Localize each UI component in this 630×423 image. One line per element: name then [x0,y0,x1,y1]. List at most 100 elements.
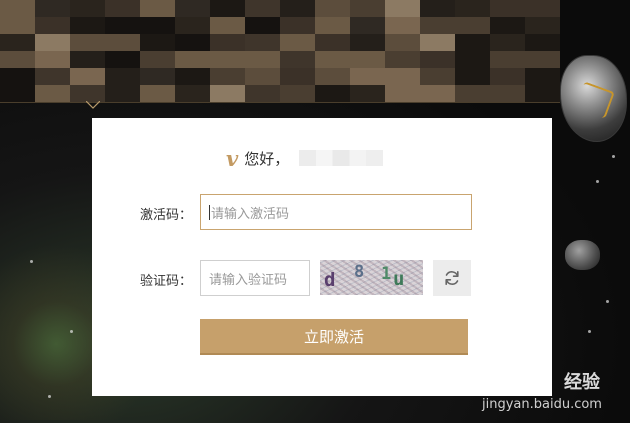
banner-pixel [525,68,560,85]
banner-pixel [70,68,105,85]
banner-pixel [245,85,280,102]
banner-pixel [210,17,245,34]
banner-pixel [280,68,315,85]
greeting-text: 您好， [244,149,290,168]
banner-pixel [0,34,35,51]
banner-pixel [280,51,315,68]
banner-pixel [175,34,210,51]
banner-pixel [140,85,175,102]
watermark-brand: Baidu [482,366,551,390]
banner-pixel [455,34,490,51]
banner-pixel [490,0,525,17]
activation-code-placeholder: 请输入激活码 [211,206,290,222]
banner-pixel [315,0,350,17]
baidu-jingyan-watermark: Baidu 经验 jingyan.baidu.com [478,366,628,421]
activation-code-input[interactable]: 请输入激活码 [200,194,472,230]
banner-pixel [0,17,35,34]
banner-pixel [105,85,140,102]
banner-pixel [175,0,210,17]
banner-pixel [175,51,210,68]
refresh-icon [445,270,459,285]
captcha-char: d [324,269,336,291]
banner-pixel [420,0,455,17]
banner-pixel [315,51,350,68]
captcha-input[interactable]: 请输入验证码 [200,260,310,296]
banner-pixel [385,17,420,34]
banner-pixel [280,17,315,34]
activation-card: v 您好， 激活码： 请输入激活码 验证码： 请输入验证码 d 8 1 u 立即… [92,118,552,396]
banner-pixel [0,68,35,85]
banner-pixel [35,51,70,68]
banner-pixel [210,68,245,85]
banner-pixel [175,85,210,102]
banner-pixel [315,68,350,85]
banner-pixel [105,51,140,68]
banner-pixel [385,34,420,51]
banner-pixel [455,68,490,85]
banner-pixel [280,85,315,102]
banner-pixel [105,0,140,17]
banner-pixel [315,85,350,102]
captcha-placeholder: 请输入验证码 [209,272,288,288]
banner-pixel [420,68,455,85]
captcha-char: 1 [381,264,392,284]
masked-username [299,150,384,166]
banner-pixel [490,34,525,51]
banner-pixel [350,34,385,51]
banner-pixel [140,51,175,68]
banner-pixel [280,34,315,51]
captcha-image[interactable]: d 8 1 u [320,260,423,295]
banner-pixel [280,0,315,17]
v-logo-icon: v [226,145,239,171]
banner-pixel [245,34,280,51]
banner-pixel [0,85,35,102]
banner-pixel [70,34,105,51]
banner-pixel [420,85,455,102]
banner-pixel [210,34,245,51]
banner-pixel [455,51,490,68]
banner-pixel [35,68,70,85]
banner-pixel [525,85,560,102]
banner-pixel [140,34,175,51]
banner-pixel [175,17,210,34]
banner-pixel [350,68,385,85]
activation-code-label: 激活码： [139,208,192,223]
greeting: v 您好， [226,145,384,171]
banner-pixel [70,85,105,102]
pixelated-banner [0,0,560,102]
banner-pixel [350,51,385,68]
banner-pixel [0,0,35,17]
banner-pixel [350,85,385,102]
banner-pixel [315,34,350,51]
banner-pixel [385,85,420,102]
banner-pixel [525,51,560,68]
banner-pixel [420,17,455,34]
banner-pixel [455,17,490,34]
banner-pixel [490,51,525,68]
banner-pixel [35,85,70,102]
watermark-suffix: 经验 [564,372,600,393]
banner-pixel [35,0,70,17]
banner-pixel [105,68,140,85]
banner-pixel [525,0,560,17]
banner-pixel [175,68,210,85]
banner-pixel [70,0,105,17]
banner-pixel [140,17,175,34]
banner-pixel [245,51,280,68]
banner-pixel [315,17,350,34]
banner-pixel [525,17,560,34]
background-asteroid [560,55,627,142]
banner-pixel [35,34,70,51]
banner-pixel [350,17,385,34]
refresh-captcha-button[interactable] [433,260,471,296]
watermark-url: jingyan.baidu.com [482,397,602,412]
activate-button[interactable]: 立即激活 [200,319,468,355]
banner-pixel [210,85,245,102]
banner-pixel [525,34,560,51]
banner-pixel [245,17,280,34]
banner-pixel [350,0,385,17]
banner-pixel [490,85,525,102]
text-caret [209,204,210,220]
banner-pixel [490,17,525,34]
banner-pixel [210,51,245,68]
